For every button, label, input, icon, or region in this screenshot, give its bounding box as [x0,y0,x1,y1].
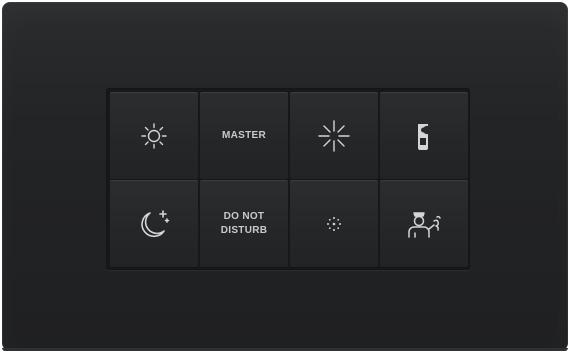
bright-light-button[interactable] [290,92,378,180]
keypad: MASTER DO NOT DISTURB [106,88,470,270]
light-on-button[interactable] [110,92,198,180]
dim-sparkle-icon [324,214,344,234]
night-mode-button[interactable] [110,180,198,268]
dnd-label-line2: DISTURB [220,225,268,236]
sun-icon [138,120,170,152]
door-hanger-icon [409,120,439,152]
door-hanger-button[interactable] [380,92,468,180]
master-label: MASTER [221,130,267,141]
dnd-label-line1: DO NOT [223,211,265,222]
master-button[interactable]: MASTER [200,92,288,180]
housekeeping-icon [404,207,444,241]
do-not-disturb-button[interactable]: DO NOT DISTURB [200,180,288,268]
switch-plate: MASTER DO NOT DISTURB [2,2,568,351]
bright-sun-icon [316,118,352,154]
housekeeping-button[interactable] [380,180,468,268]
moon-stars-icon [136,207,172,241]
dim-light-button[interactable] [290,180,378,268]
